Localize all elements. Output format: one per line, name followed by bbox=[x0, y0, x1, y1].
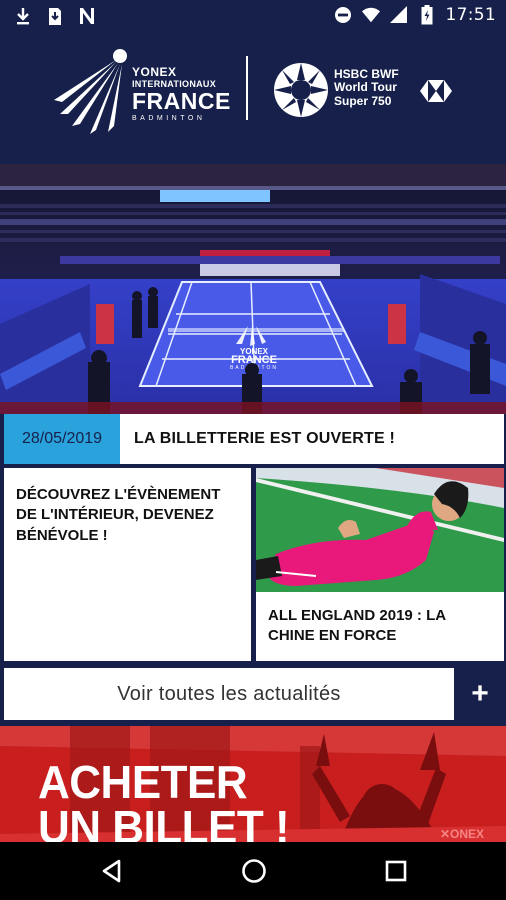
wifi-icon bbox=[361, 5, 380, 25]
bwf-world-tour-logo[interactable]: HSBC BWF World Tour Super 750 bbox=[272, 60, 462, 122]
battery-icon bbox=[418, 5, 436, 25]
shuttlecock-icon bbox=[54, 49, 127, 134]
clock: 17:51 bbox=[445, 5, 496, 25]
news-card-thumbnail bbox=[256, 468, 504, 592]
logo-super-750-text: Super 750 bbox=[334, 93, 392, 108]
hsbc-hexagon-icon bbox=[420, 80, 452, 102]
status-bar: 17:51 bbox=[0, 0, 506, 32]
svg-text:✕ONEX: ✕ONEX bbox=[440, 827, 484, 841]
news-card-title: DÉCOUVREZ L'ÉVÈNEMENT DE L'INTÉRIEUR, DE… bbox=[16, 486, 221, 544]
see-all-news-button[interactable]: Voir toutes les actualités bbox=[4, 668, 454, 720]
ticket-line1: ACHETER bbox=[38, 756, 248, 809]
download-icon bbox=[14, 6, 32, 26]
plus-icon[interactable]: + bbox=[464, 676, 496, 712]
news-card-title: ALL ENGLAND 2019 : LA CHINE EN FORCE bbox=[268, 607, 446, 645]
sd-card-download-icon bbox=[46, 6, 64, 26]
logo-france-text: FRANCE bbox=[132, 88, 231, 114]
hero-arena-image[interactable]: YONEX FRANCE BADMINTON bbox=[0, 164, 506, 414]
logo-badminton-text: BADMINTON bbox=[132, 115, 206, 122]
bwf-emblem-icon bbox=[274, 63, 328, 117]
app-header: YONEX INTERNATIONAUX FRANCE BADMINTON HS… bbox=[0, 32, 506, 164]
signal-icon bbox=[389, 5, 408, 25]
featured-news-banner[interactable]: 28/05/2019 LA BILLETTERIE EST OUVERTE ! bbox=[4, 414, 504, 464]
logo-hsbc-bwf-text: HSBC BWF bbox=[334, 67, 399, 81]
logo-world-tour-text: World Tour bbox=[334, 80, 397, 95]
android-nav-bar bbox=[0, 842, 506, 900]
news-card-all-england[interactable]: ALL ENGLAND 2019 : LA CHINE EN FORCE bbox=[256, 468, 504, 661]
logo-yonex-text: YONEX bbox=[132, 65, 177, 79]
home-icon[interactable] bbox=[240, 857, 268, 885]
news-date-badge: 28/05/2019 bbox=[4, 414, 120, 464]
n-app-icon bbox=[78, 6, 96, 26]
header-divider bbox=[246, 56, 248, 120]
featured-news-title: LA BILLETTERIE EST OUVERTE ! bbox=[134, 430, 396, 447]
ticket-line2: UN BILLET ! bbox=[38, 802, 290, 842]
buy-ticket-banner[interactable]: ✕ONEX ACHETER UN BILLET ! bbox=[0, 726, 506, 842]
recents-icon[interactable] bbox=[382, 857, 410, 885]
do-not-disturb-icon bbox=[334, 5, 352, 25]
yonex-france-logo[interactable]: YONEX INTERNATIONAUX FRANCE BADMINTON bbox=[52, 42, 230, 137]
back-icon[interactable] bbox=[98, 857, 126, 885]
news-card-benevole[interactable]: DÉCOUVREZ L'ÉVÈNEMENT DE L'INTÉRIEUR, DE… bbox=[4, 468, 251, 661]
